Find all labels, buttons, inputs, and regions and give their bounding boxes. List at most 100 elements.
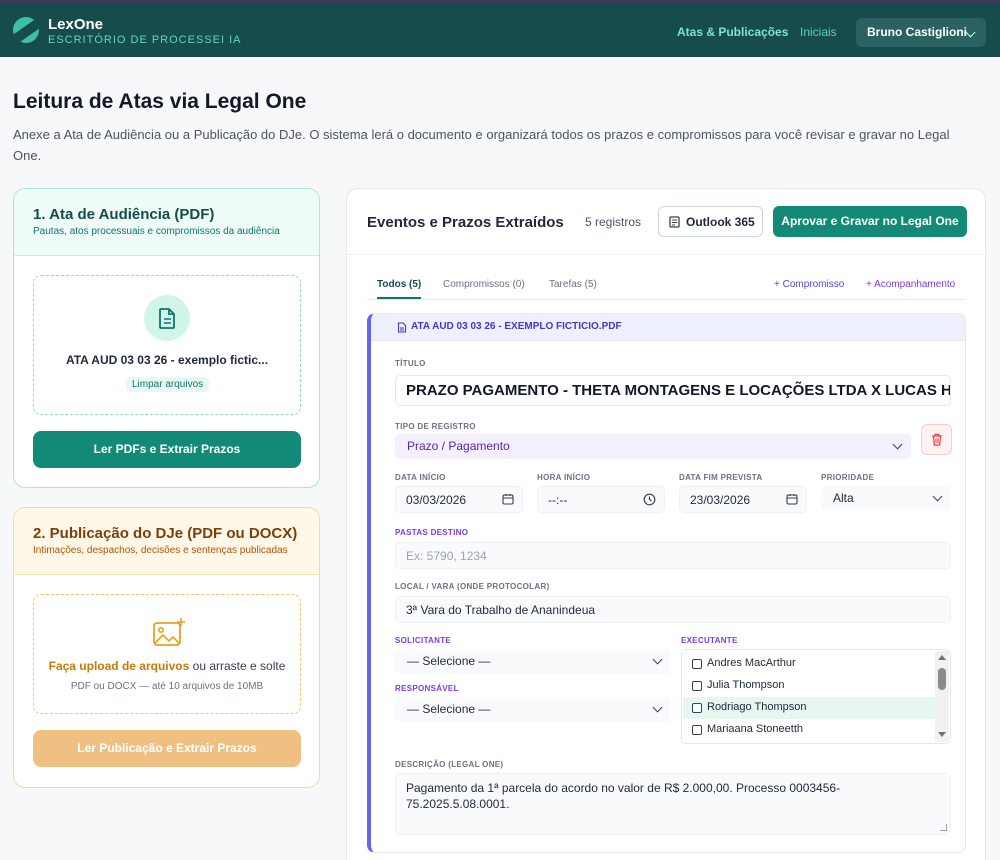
document-icon: [144, 295, 190, 341]
upload-files-link[interactable]: Faça upload de arquivos: [49, 659, 190, 673]
description-value: Pagamento da 1ª parcela do acordo no val…: [406, 781, 841, 811]
title-input[interactable]: PRAZO PAGAMENTO - THETA MONTAGENS E LOCA…: [395, 375, 951, 406]
upload-hint: PDF ou DOCX — até 10 arquivos de 10MB: [70, 681, 264, 692]
label-data-inicio: DATA INÍCIO: [395, 473, 446, 482]
label-solicitante: SOLICITANTE: [395, 636, 452, 645]
card-title: 2. Publicação do DJe (PDF ou DOCX): [33, 525, 298, 542]
card-header: 2. Publicação do DJe (PDF ou DOCX) Intim…: [14, 508, 319, 575]
top-bar: LexOne ESCRITÓRIO DE PROCESSEI IA Atas &…: [0, 0, 1000, 57]
chevron-down-icon: [652, 654, 663, 665]
user-menu-button[interactable]: Bruno Castiglioni: [856, 18, 986, 47]
start-date-input[interactable]: 03/03/2026: [395, 486, 523, 513]
label-pastas: PASTAS DESTINO: [395, 528, 469, 537]
ata-drop-zone[interactable]: ATA AUD 03 03 26 - exemplo fictic... Lim…: [33, 275, 301, 415]
label-responsavel: RESPONSÁVEL: [395, 684, 459, 693]
brand-name: LexOne: [48, 16, 104, 33]
calendar-icon[interactable]: [786, 493, 798, 505]
card-subtitle: Intimações, despachos, decisões e senten…: [33, 545, 288, 556]
scroll-up-icon[interactable]: [938, 655, 946, 660]
nav-iniciais[interactable]: Iniciais: [800, 25, 837, 39]
delete-event-button[interactable]: [921, 424, 952, 455]
divider: [347, 254, 985, 255]
responsavel-select[interactable]: — Selecione —: [395, 697, 671, 722]
logo-icon: [13, 17, 39, 43]
tab-todos[interactable]: Todos (5): [377, 279, 422, 299]
checkbox[interactable]: [692, 681, 702, 691]
card-title: 1. Ata de Audiência (PDF): [33, 206, 215, 223]
record-type-select[interactable]: Prazo / Pagamento: [395, 434, 911, 459]
event-file-name: ATA AUD 03 03 26 - EXEMPLO FICTICIO.PDF: [411, 321, 622, 332]
executante-option[interactable]: Julia Thompson: [683, 675, 936, 697]
clear-files-button[interactable]: Limpar arquivos: [126, 377, 210, 392]
priority-value: Alta: [833, 491, 854, 505]
page-title: Leitura de Atas via Legal One: [13, 90, 307, 113]
clock-icon[interactable]: [643, 493, 656, 506]
checkbox[interactable]: [692, 703, 702, 713]
label-titulo: TÍTULO: [395, 359, 426, 368]
event-file-header: ATA AUD 03 03 26 - EXEMPLO FICTICIO.PDF: [371, 314, 965, 341]
executante-listbox[interactable]: Andres MacArthur Julia Thompson Rodriago…: [681, 649, 951, 744]
nav-atas-publicacoes[interactable]: Atas & Publicações: [677, 25, 788, 39]
chevron-down-icon: [652, 702, 663, 713]
read-publication-button[interactable]: Ler Publicação e Extrair Prazos: [33, 730, 301, 767]
resize-handle-icon[interactable]: [940, 824, 947, 831]
add-compromisso-button[interactable]: + Compromisso: [774, 279, 844, 290]
executante-option[interactable]: Andres MacArthur: [683, 653, 936, 675]
end-date-value: 23/03/2026: [690, 493, 751, 507]
checkbox[interactable]: [692, 659, 702, 669]
add-acompanhamento-button[interactable]: + Acompanhamento: [866, 279, 955, 290]
outlook-button-label: Outlook 365: [686, 215, 755, 229]
solicitante-value: — Selecione —: [407, 654, 491, 668]
executante-option[interactable]: Rodriago Thompson: [683, 697, 936, 719]
start-date-value: 03/03/2026: [406, 493, 467, 507]
document-icon: [669, 216, 680, 228]
outlook-button[interactable]: Outlook 365: [658, 206, 763, 237]
user-name: Bruno Castiglioni: [867, 25, 967, 39]
panel-title: Eventos e Prazos Extraídos: [367, 214, 564, 231]
label-hora-inicio: HORA INÍCIO: [537, 473, 591, 482]
scrollbar[interactable]: [935, 651, 949, 742]
pastas-input[interactable]: Ex: 5790, 1234: [395, 542, 951, 569]
local-input[interactable]: 3ª Vara do Trabalho de Ananindeua: [395, 596, 951, 623]
local-value: 3ª Vara do Trabalho de Ananindeua: [406, 603, 596, 617]
end-date-input[interactable]: 23/03/2026: [679, 486, 807, 513]
solicitante-select[interactable]: — Selecione —: [395, 649, 671, 674]
page-description: Anexe a Ata de Audiência ou a Publicação…: [13, 127, 950, 163]
read-pdfs-button[interactable]: Ler PDFs e Extrair Prazos: [33, 431, 301, 468]
events-panel: Eventos e Prazos Extraídos 5 registros O…: [346, 188, 986, 860]
approve-save-button[interactable]: Aprovar e Gravar no Legal One: [773, 206, 967, 237]
scroll-down-icon[interactable]: [938, 732, 946, 737]
scroll-thumb[interactable]: [938, 668, 946, 690]
event-card: ATA AUD 03 03 26 - EXEMPLO FICTICIO.PDF …: [367, 313, 966, 853]
document-icon: [397, 322, 407, 333]
image-upload-icon: [153, 618, 185, 646]
checkbox[interactable]: [692, 725, 702, 735]
priority-select[interactable]: Alta: [821, 486, 951, 511]
executante-name: Julia Thompson: [707, 679, 785, 691]
chevron-down-icon: [965, 27, 976, 38]
records-count: 5 registros: [585, 215, 642, 229]
tabs-bar: Todos (5) Compromissos (0) Tarefas (5) +…: [367, 273, 965, 300]
card-header: 1. Ata de Audiência (PDF) Pautas, atos p…: [14, 189, 319, 256]
description-textarea[interactable]: Pagamento da 1ª parcela do acordo no val…: [395, 773, 951, 835]
label-data-fim: DATA FIM PREVISTA: [679, 473, 763, 482]
dje-drop-zone[interactable]: Faça upload de arquivos ou arraste e sol…: [33, 594, 301, 714]
tab-compromissos[interactable]: Compromissos (0): [443, 279, 525, 290]
dje-upload-card: 2. Publicação do DJe (PDF ou DOCX) Intim…: [13, 507, 320, 788]
start-time-value: --:--: [548, 493, 568, 507]
label-prioridade: PRIORIDADE: [821, 473, 875, 482]
chevron-down-icon: [892, 439, 903, 450]
label-executante: EXECUTANTE: [681, 636, 738, 645]
ata-upload-card: 1. Ata de Audiência (PDF) Pautas, atos p…: [13, 188, 320, 488]
executante-name: Mariaana Stoneetth: [707, 723, 804, 735]
tab-tarefas[interactable]: Tarefas (5): [549, 279, 597, 290]
record-type-value: Prazo / Pagamento: [407, 439, 510, 453]
brand-subtitle: ESCRITÓRIO DE PROCESSEI IA: [48, 34, 242, 46]
responsavel-value: — Selecione —: [407, 702, 491, 716]
calendar-icon[interactable]: [502, 493, 514, 505]
executante-option[interactable]: Mariaana Stoneetth: [683, 719, 936, 741]
start-time-input[interactable]: --:--: [537, 486, 665, 513]
upload-instruction: Faça upload de arquivos ou arraste e sol…: [34, 659, 300, 673]
upload-drag-text: ou arraste e solte: [189, 659, 286, 673]
card-subtitle: Pautas, atos processuais e compromissos …: [33, 226, 280, 237]
